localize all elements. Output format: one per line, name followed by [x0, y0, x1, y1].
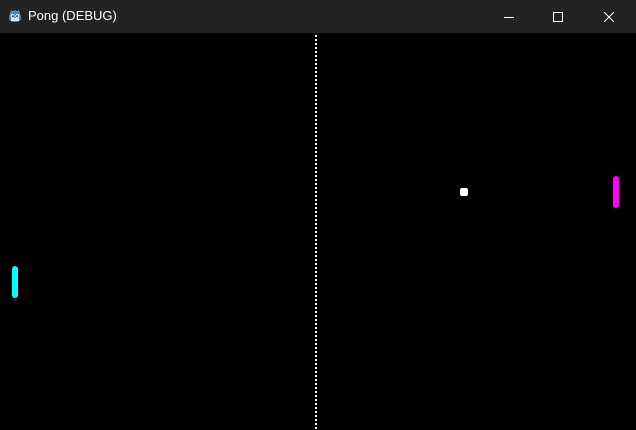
left-paddle: [12, 266, 18, 298]
game-window: Pong (DEBUG): [0, 0, 636, 430]
right-paddle: [613, 176, 619, 208]
close-button[interactable]: [586, 0, 632, 33]
ball: [460, 188, 468, 196]
close-icon: [604, 11, 614, 22]
minimize-icon: [504, 12, 514, 22]
godot-engine-icon[interactable]: [7, 8, 23, 24]
maximize-button[interactable]: [535, 0, 581, 33]
game-viewport[interactable]: [0, 33, 636, 430]
center-net: [315, 35, 317, 430]
window-title: Pong (DEBUG): [28, 8, 117, 23]
minimize-button[interactable]: [486, 0, 532, 33]
maximize-icon: [553, 11, 563, 22]
title-bar[interactable]: Pong (DEBUG): [0, 0, 636, 33]
